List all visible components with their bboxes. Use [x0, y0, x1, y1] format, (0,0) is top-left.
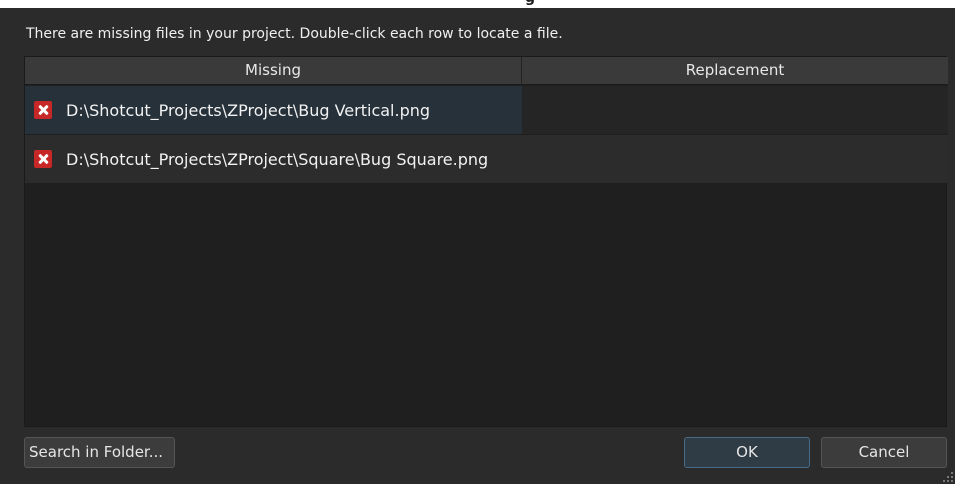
ok-button[interactable]: OK	[684, 437, 810, 468]
column-header-missing[interactable]: Missing	[25, 57, 522, 85]
column-header-replacement[interactable]: Replacement	[522, 57, 948, 85]
table-header: Missing Replacement	[25, 57, 948, 85]
missing-files-table[interactable]: Missing Replacement D:\Shotcut_Projects\…	[24, 56, 948, 427]
title-bar: g	[0, 0, 955, 8]
missing-path: D:\Shotcut_Projects\ZProject\Square\Bug …	[66, 149, 489, 169]
replacement-cell[interactable]	[522, 135, 948, 183]
window-title: g	[525, 0, 535, 6]
instruction-text: There are missing files in your project.…	[26, 26, 563, 42]
error-x-icon	[34, 150, 52, 168]
error-x-icon	[34, 101, 52, 119]
resize-grip-icon[interactable]	[943, 472, 953, 482]
missing-path: D:\Shotcut_Projects\ZProject\Bug Vertica…	[66, 100, 431, 120]
search-in-folder-button[interactable]: Search in Folder...	[24, 437, 175, 468]
replacement-cell[interactable]	[522, 86, 948, 134]
table-row[interactable]: D:\Shotcut_Projects\ZProject\Bug Vertica…	[25, 86, 948, 134]
missing-cell[interactable]: D:\Shotcut_Projects\ZProject\Square\Bug …	[25, 135, 522, 183]
table-row[interactable]: D:\Shotcut_Projects\ZProject\Square\Bug …	[25, 135, 948, 183]
missing-cell[interactable]: D:\Shotcut_Projects\ZProject\Bug Vertica…	[25, 86, 522, 134]
cancel-button[interactable]: Cancel	[821, 437, 947, 468]
